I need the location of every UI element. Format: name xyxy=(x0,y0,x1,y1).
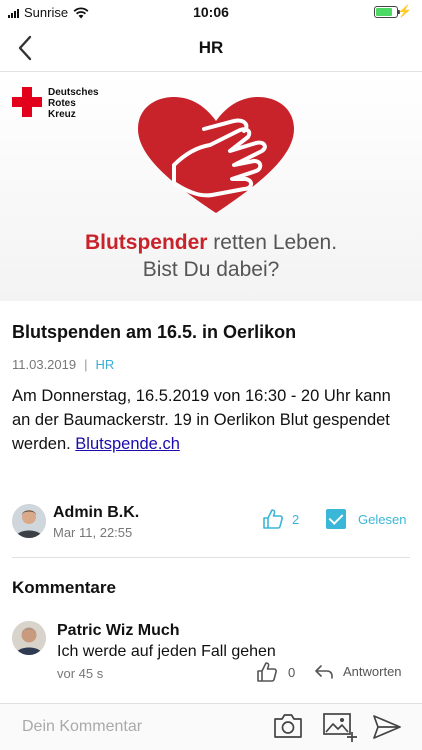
page-title: HR xyxy=(198,38,224,57)
author-row: Admin B.K. Mar 11, 22:55 2 Gelesen xyxy=(0,498,422,558)
send-icon[interactable] xyxy=(372,714,402,740)
drk-logo: Deutsches Rotes Kreuz xyxy=(12,87,99,120)
nav-bar: HR xyxy=(0,24,422,72)
commenter-name: Patric Wiz Much xyxy=(57,622,180,639)
heart-handshake-illustration xyxy=(138,97,294,213)
reply-arrow-icon xyxy=(315,664,333,679)
read-label: Gelesen xyxy=(358,511,407,527)
thumbs-up-icon xyxy=(263,509,283,529)
comment-time: vor 45 s xyxy=(57,666,104,681)
comment-like-count: 0 xyxy=(288,664,296,680)
comment-text: Ich werde auf jeden Fall gehen xyxy=(57,643,276,660)
like-button[interactable]: 2 xyxy=(262,508,299,530)
battery-icon xyxy=(374,6,400,18)
status-time: 10:06 xyxy=(193,4,229,20)
add-image-icon[interactable] xyxy=(322,712,358,742)
author-avatar[interactable] xyxy=(12,504,46,538)
article-banner: Deutsches Rotes Kreuz Blutspender retten… xyxy=(0,73,422,301)
like-count: 2 xyxy=(292,511,300,527)
article-body: Am Donnerstag, 16.5.2019 von 16:30 - 20 … xyxy=(12,384,412,456)
comment-item: Patric Wiz Much Ich werde auf jeden Fall… xyxy=(0,616,422,692)
commenter-avatar[interactable] xyxy=(12,621,46,655)
meta-separator: | xyxy=(84,357,88,372)
divider xyxy=(12,557,410,558)
camera-icon[interactable] xyxy=(272,712,304,740)
banner-slogan: Blutspender retten Leben. Bist Du dabei? xyxy=(84,231,338,281)
read-toggle[interactable]: Gelesen xyxy=(326,509,406,529)
reply-label: Antworten xyxy=(343,664,402,679)
blutspende-link[interactable]: Blutspende.ch xyxy=(75,435,180,453)
read-checkbox-icon[interactable] xyxy=(326,509,346,529)
comment-input[interactable] xyxy=(12,712,252,742)
drk-wordmark: Deutsches Rotes Kreuz xyxy=(48,87,99,120)
status-bar: Sunrise 10:06 ⚡ xyxy=(0,0,422,24)
author-date: Mar 11, 22:55 xyxy=(53,525,133,540)
reply-button[interactable]: Antworten xyxy=(315,664,402,679)
article-title: Blutspenden am 16.5. in Oerlikon xyxy=(12,322,297,342)
article-body-text: Am Donnerstag, 16.5.2019 von 16:30 - 20 … xyxy=(12,387,391,453)
red-cross-icon xyxy=(12,87,42,117)
compose-bar xyxy=(0,703,422,750)
article-meta: 11.03.2019 | HR xyxy=(12,357,114,372)
comments-heading: Kommentare xyxy=(12,578,116,597)
article-date: 11.03.2019 xyxy=(12,357,77,372)
author-name: Admin B.K. xyxy=(53,504,140,521)
thumbs-up-icon xyxy=(257,662,277,682)
article-category[interactable]: HR xyxy=(96,357,115,372)
comment-like-button[interactable]: 0 xyxy=(256,661,295,683)
charging-icon: ⚡ xyxy=(397,4,412,18)
